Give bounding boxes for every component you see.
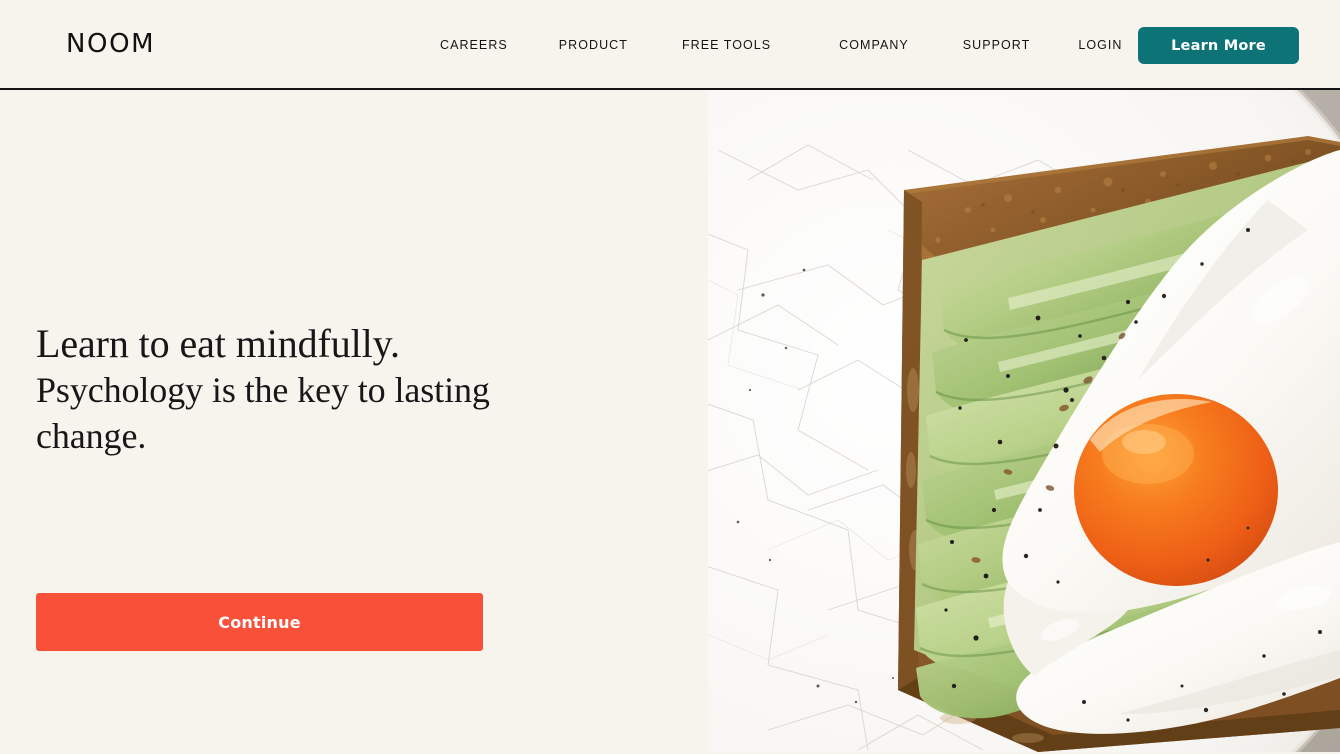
nav-item-careers[interactable]: CAREERS [440, 28, 508, 62]
hero-photo [708, 90, 1340, 752]
primary-navigation: CAREERS PRODUCT FREE TOOLS COMPANY SUPPO… [440, 0, 1204, 90]
hero-headline-primary: Learn to eat mindfully. [36, 321, 400, 366]
hero-copy: Learn to eat mindfully. Psychology is th… [36, 320, 596, 459]
hero-headline-secondary: Psychology is the key to lasting change. [36, 370, 490, 456]
nav-item-support[interactable]: SUPPORT [963, 28, 1031, 62]
nav-item-login[interactable]: LOGIN [1078, 28, 1122, 62]
continue-button[interactable]: Continue [36, 593, 483, 651]
site-header: NOOM CAREERS PRODUCT FREE TOOLS COMPANY … [0, 0, 1340, 90]
noom-logo[interactable]: NOOM [66, 31, 155, 57]
nav-item-company[interactable]: COMPANY [839, 28, 909, 62]
hero-section: Learn to eat mindfully. Psychology is th… [0, 90, 1340, 752]
nav-item-free-tools[interactable]: FREE TOOLS [682, 28, 771, 62]
nav-item-product[interactable]: PRODUCT [559, 28, 628, 62]
learn-more-button[interactable]: Learn More [1138, 27, 1299, 64]
